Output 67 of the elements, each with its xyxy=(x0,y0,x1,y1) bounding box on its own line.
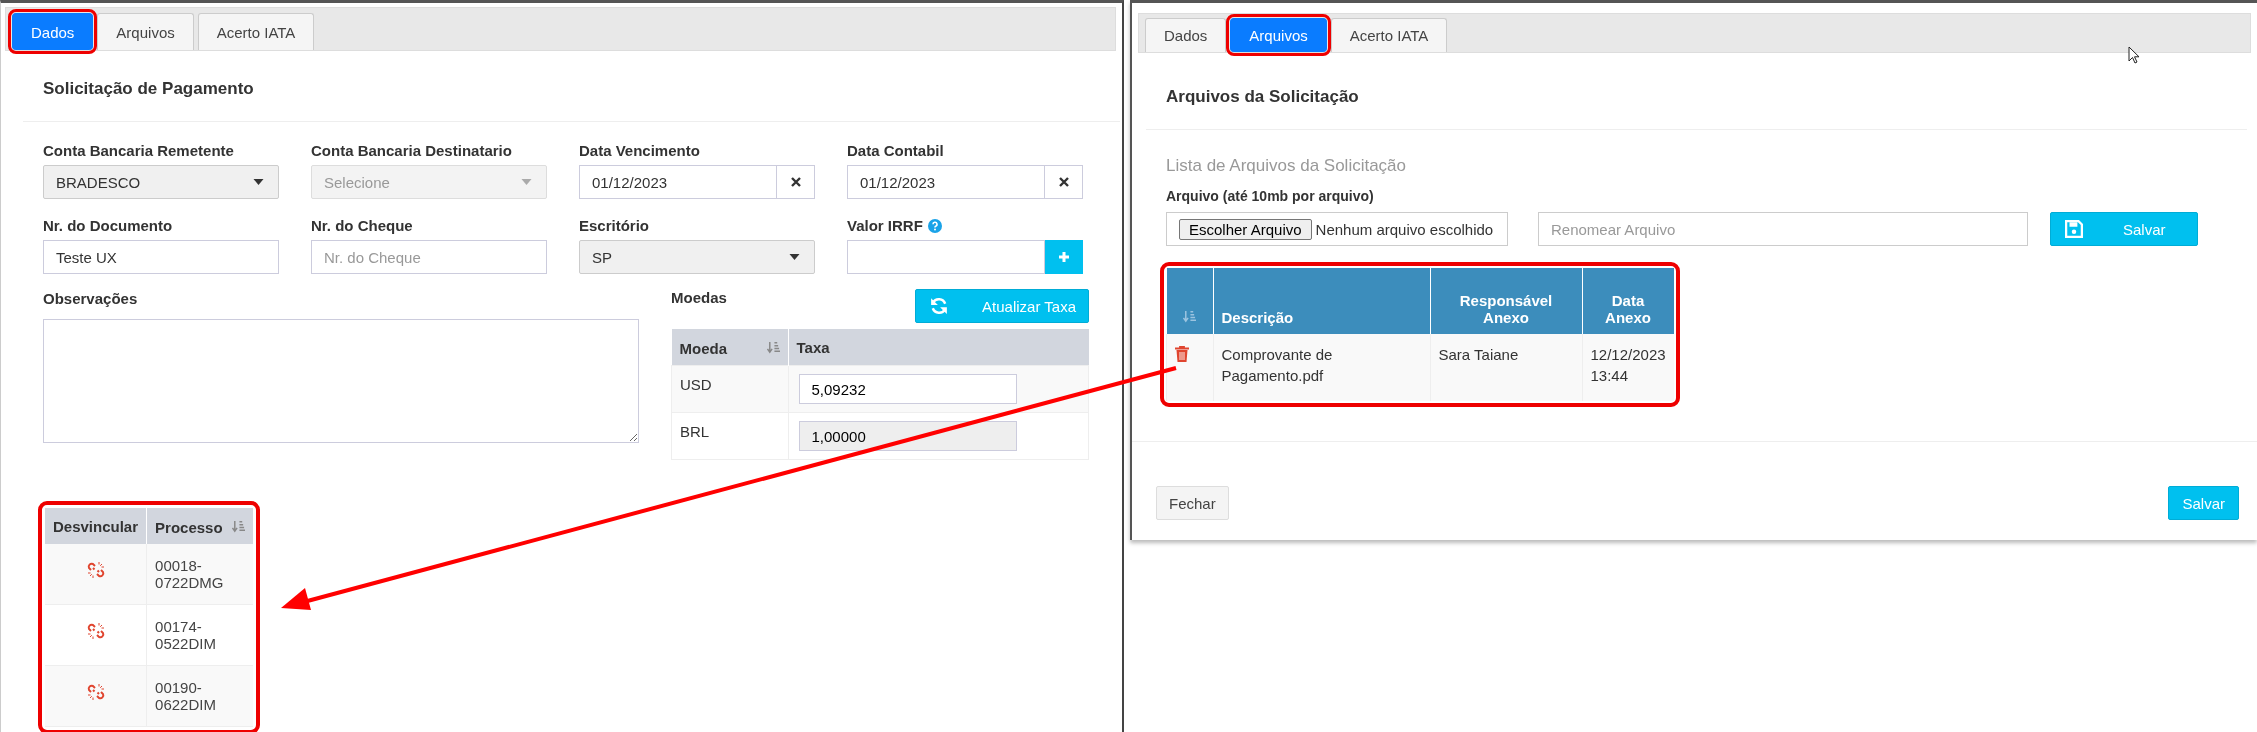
select-field[interactable]: SP xyxy=(579,240,815,274)
floppy-icon xyxy=(2065,220,2083,238)
help-icon[interactable] xyxy=(927,218,942,233)
file-status: Nenhum arquivo escolhido xyxy=(1315,220,1494,238)
column-header[interactable]: Descrição xyxy=(1213,268,1430,334)
table-cell: BRL xyxy=(671,412,788,460)
unlink-icon[interactable] xyxy=(85,559,106,580)
rename-field[interactable]: Renomear Arquivo xyxy=(1538,212,2028,246)
close-button[interactable]: Fechar xyxy=(1156,486,1229,520)
column-header[interactable]: Processo xyxy=(146,508,254,544)
caret-icon xyxy=(521,179,532,185)
add-button[interactable] xyxy=(1045,240,1083,274)
tab[interactable]: Acerto IATA xyxy=(197,13,315,50)
section-title: Arquivos da Solicitação xyxy=(1166,87,1360,107)
clear-button[interactable] xyxy=(1045,165,1083,199)
trash-icon[interactable] xyxy=(1175,346,1189,362)
clear-button[interactable] xyxy=(777,165,815,199)
tab[interactable]: Acerto IATA xyxy=(1330,18,1448,52)
field-label: Data Contabil xyxy=(847,142,944,159)
text-field[interactable]: Teste UX xyxy=(43,240,279,274)
column-header[interactable]: Desvincular xyxy=(45,508,147,544)
table-cell: 00018-0722DMG xyxy=(146,544,254,605)
table-cell: 00174-0522DIM xyxy=(146,604,254,666)
tab[interactable]: Arquivos xyxy=(97,13,194,50)
unlink-icon[interactable] xyxy=(85,681,106,702)
select-field[interactable]: BRADESCO xyxy=(43,165,279,199)
column-header[interactable]: Taxa xyxy=(788,329,1089,366)
sort-icon[interactable] xyxy=(232,519,246,533)
column-header[interactable]: Data Anexo xyxy=(1582,268,1674,334)
refresh-icon xyxy=(930,297,949,315)
choose-file-button[interactable]: Escolher Arquivo xyxy=(1179,218,1312,240)
field-label: Escritório xyxy=(579,217,650,234)
table-cell: Comprovante de Pagamento.pdf xyxy=(1213,334,1430,401)
table-cell: USD xyxy=(671,365,788,413)
field-label: Data Vencimento xyxy=(579,142,700,159)
field-label: Nr. do Cheque xyxy=(311,217,413,234)
cursor-icon xyxy=(2128,46,2140,64)
text-field[interactable] xyxy=(847,240,1045,274)
field-label: Observações xyxy=(43,290,139,307)
table-cell: 12/12/2023 13:44 xyxy=(1582,334,1674,401)
unlink-icon[interactable] xyxy=(85,620,106,641)
field-label: Nr. do Documento xyxy=(43,217,173,234)
tab[interactable]: Dados xyxy=(1145,18,1227,52)
field-label: Moedas xyxy=(671,289,727,306)
column-header[interactable]: Responsável Anexo xyxy=(1430,268,1582,334)
table-cell: 00190-0622DIM xyxy=(146,665,254,727)
section-title: Solicitação de Pagamento xyxy=(43,79,255,99)
sort-icon[interactable] xyxy=(1183,310,1196,323)
field-label: Conta Bancaria Remetente xyxy=(43,142,234,159)
date-field[interactable]: 01/12/2023 xyxy=(847,165,1045,199)
field-label: Arquivo (até 10mb por arquivo) xyxy=(1166,188,1375,204)
list-title: Lista de Arquivos da Solicitação xyxy=(1166,156,1408,176)
text-field[interactable]: Nr. do Cheque xyxy=(311,240,547,274)
notes-field[interactable] xyxy=(43,319,639,443)
close-icon xyxy=(1058,177,1069,187)
caret-icon xyxy=(253,179,264,185)
column-header[interactable]: Moeda xyxy=(671,329,788,366)
field-label: Valor IRRF xyxy=(847,217,923,234)
rate-field[interactable]: 5,09232 xyxy=(798,374,1017,404)
date-field[interactable]: 01/12/2023 xyxy=(579,165,777,199)
caret-icon xyxy=(789,254,800,260)
plus-icon xyxy=(1057,251,1070,263)
close-icon xyxy=(790,177,801,187)
sort-icon[interactable] xyxy=(766,340,780,354)
file-input[interactable]: Escolher Arquivo Nenhum arquivo escolhido xyxy=(1166,212,1508,246)
table-cell: Sara Taiane xyxy=(1430,334,1582,401)
field-label: Conta Bancaria Destinatario xyxy=(311,142,512,159)
